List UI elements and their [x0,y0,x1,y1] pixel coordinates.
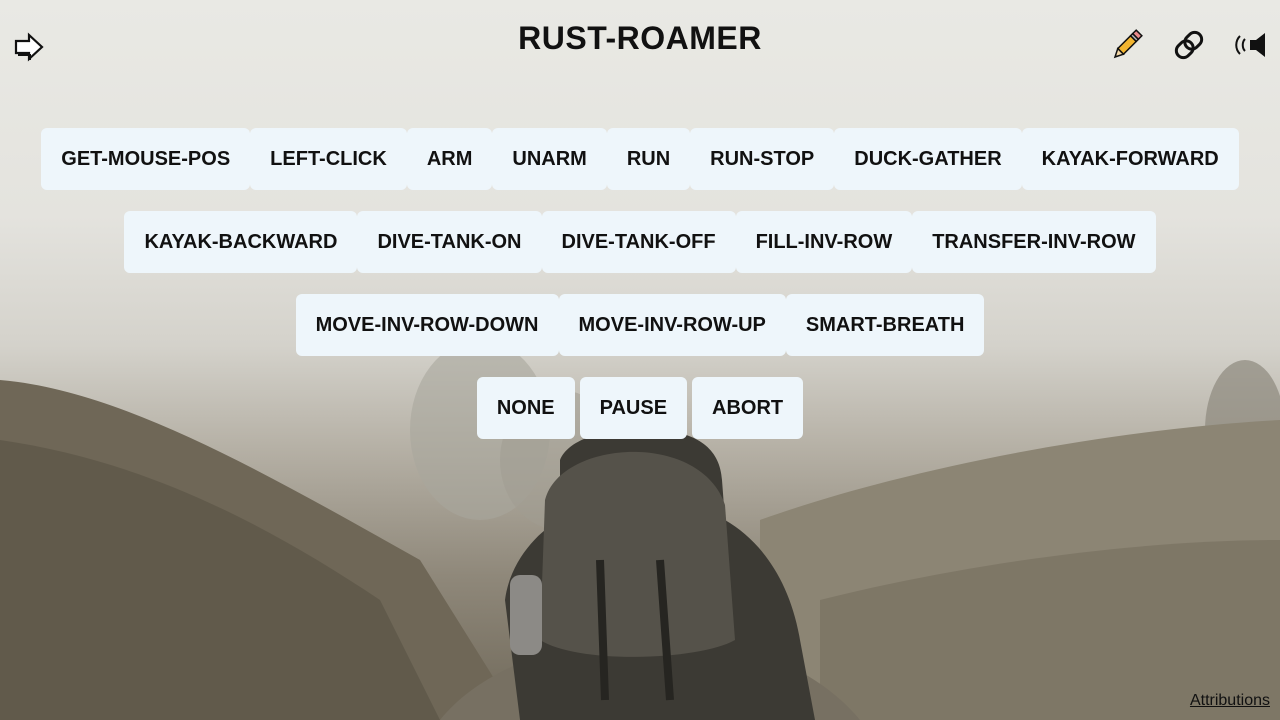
edit-button[interactable] [1108,26,1146,64]
move-inv-row-down-button[interactable]: MOVE-INV-ROW-DOWN [295,294,559,356]
broadcast-button[interactable] [1232,26,1270,64]
unarm-button[interactable]: UNARM [492,128,607,190]
chain-link-icon [1174,30,1204,60]
smart-breath-button[interactable]: SMART-BREATH [785,294,985,356]
command-button-grid: GET-MOUSE-POS LEFT-CLICK ARM UNARM RUN R… [0,128,1280,460]
move-inv-row-up-button[interactable]: MOVE-INV-ROW-UP [558,294,786,356]
left-click-button[interactable]: LEFT-CLICK [250,128,407,190]
kayak-backward-button[interactable]: KAYAK-BACKWARD [124,211,358,273]
run-button[interactable]: RUN [606,128,691,190]
fill-inv-row-button[interactable]: FILL-INV-ROW [735,211,913,273]
run-stop-button[interactable]: RUN-STOP [690,128,835,190]
dive-tank-off-button[interactable]: DIVE-TANK-OFF [541,211,736,273]
abort-button[interactable]: ABORT [692,377,804,439]
broadcast-speaker-icon [1235,33,1265,57]
pencil-icon [1113,29,1143,59]
none-button[interactable]: NONE [476,377,575,439]
duck-gather-button[interactable]: DUCK-GATHER [834,128,1022,190]
button-row-1: GET-MOUSE-POS LEFT-CLICK ARM UNARM RUN R… [0,128,1280,190]
kayak-forward-button[interactable]: KAYAK-FORWARD [1021,128,1239,190]
button-row-2: KAYAK-BACKWARD DIVE-TANK-ON DIVE-TANK-OF… [0,211,1280,273]
get-mouse-pos-button[interactable]: GET-MOUSE-POS [41,128,251,190]
arm-button[interactable]: ARM [406,128,493,190]
attributions-link[interactable]: Attributions [1190,692,1270,710]
dive-tank-on-button[interactable]: DIVE-TANK-ON [357,211,542,273]
header-toolbar [1108,26,1270,64]
transfer-inv-row-button[interactable]: TRANSFER-INV-ROW [912,211,1156,273]
button-row-4: NONE PAUSE ABORT [0,377,1280,439]
link-button[interactable] [1170,26,1208,64]
button-row-3: MOVE-INV-ROW-DOWN MOVE-INV-ROW-UP SMART-… [0,294,1280,356]
pause-button[interactable]: PAUSE [579,377,688,439]
app-title: RUST-ROAMER [518,20,762,56]
